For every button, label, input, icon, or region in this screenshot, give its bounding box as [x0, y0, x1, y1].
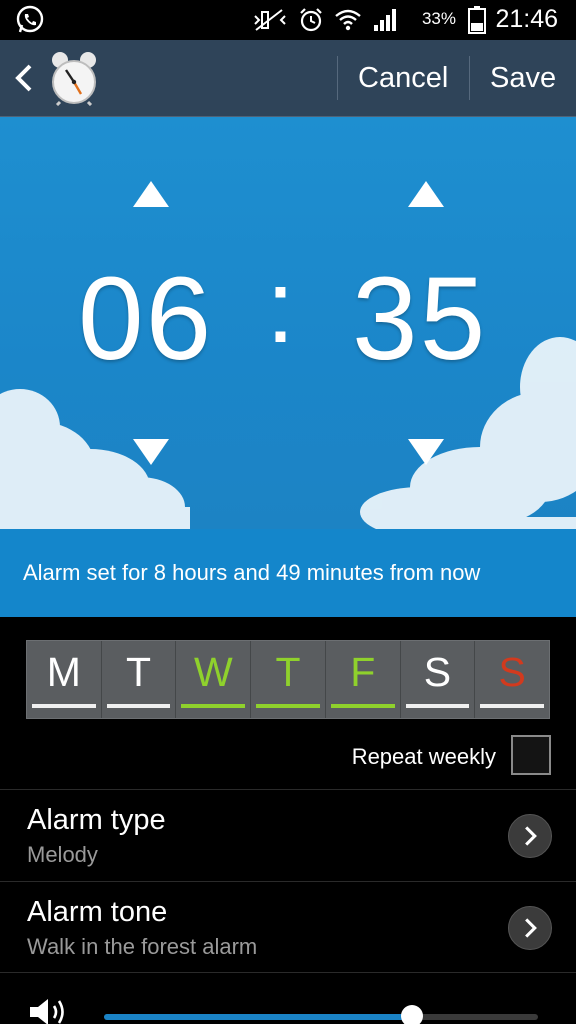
day-indicator — [256, 704, 320, 708]
speaker-icon — [30, 999, 64, 1024]
day-letter: S — [498, 649, 526, 695]
day-toggle-saturday[interactable]: S — [401, 641, 476, 718]
repeat-weekly-label: Repeat weekly — [351, 744, 496, 769]
cancel-button[interactable]: Cancel — [358, 62, 448, 95]
status-time: 21:46 — [495, 5, 558, 33]
time-separator: : — [266, 249, 295, 365]
day-toggle-sunday[interactable]: S — [475, 641, 549, 718]
wifi-icon — [335, 9, 361, 31]
day-toggle-wednesday[interactable]: W — [176, 641, 252, 718]
signal-icon — [374, 9, 396, 31]
battery-icon — [468, 6, 486, 34]
day-indicator — [181, 704, 246, 708]
hour-up-arrow-icon[interactable] — [133, 181, 169, 207]
day-letter: T — [126, 649, 152, 695]
day-letter: F — [350, 649, 376, 695]
alarm-icon — [300, 8, 322, 32]
action-bar: Cancel Save — [0, 40, 576, 117]
day-letter: S — [423, 649, 452, 695]
minute-up-arrow-icon[interactable] — [408, 181, 444, 207]
volume-slider[interactable] — [104, 1014, 538, 1020]
hour-down-arrow-icon[interactable] — [133, 439, 169, 465]
day-toggle-tuesday[interactable]: T — [102, 641, 177, 718]
day-toggle-thursday[interactable]: T — [251, 641, 326, 718]
chevron-right-icon[interactable] — [508, 814, 552, 858]
day-indicator — [106, 704, 171, 708]
minute-down-arrow-icon[interactable] — [408, 439, 444, 465]
day-letter: W — [193, 649, 233, 695]
alarm-tone-title: Alarm tone — [27, 896, 168, 928]
day-letter: T — [275, 649, 301, 695]
alarm-type-title: Alarm type — [27, 804, 166, 836]
day-indicator — [330, 704, 395, 708]
day-selector: M T W T F S S — [26, 640, 550, 719]
alarm-clock-icon — [52, 52, 96, 106]
alarm-tone-value: Walk in the forest alarm — [27, 934, 258, 959]
day-letter: M — [46, 649, 81, 695]
chevron-right-icon[interactable] — [508, 906, 552, 950]
volume-slider-fill — [104, 1014, 413, 1020]
day-indicator — [32, 704, 96, 708]
day-indicator — [480, 704, 545, 708]
mute-icon — [254, 9, 286, 31]
whatsapp-icon — [16, 5, 44, 33]
divider — [0, 972, 576, 973]
minute-value[interactable]: 35 — [352, 249, 487, 389]
alarm-tone-row[interactable]: Alarm tone Walk in the forest alarm — [0, 882, 576, 972]
volume-slider-thumb[interactable] — [401, 1005, 424, 1024]
alarm-type-value: Melody — [27, 842, 98, 867]
divider — [469, 56, 470, 100]
divider — [337, 56, 338, 100]
time-picker: 06 : 35 — [0, 117, 576, 529]
repeat-weekly-checkbox[interactable] — [511, 735, 551, 775]
hour-value[interactable]: 06 — [78, 249, 213, 389]
alarm-info-bar: Alarm set for 8 hours and 49 minutes fro… — [0, 529, 576, 617]
day-indicator — [405, 704, 470, 708]
battery-percent: 33% — [421, 9, 456, 28]
save-button[interactable]: Save — [490, 62, 556, 95]
alarm-type-row[interactable]: Alarm type Melody — [0, 790, 576, 880]
day-toggle-friday[interactable]: F — [326, 641, 401, 718]
alarm-info-text: Alarm set for 8 hours and 49 minutes fro… — [23, 560, 481, 585]
status-bar: 33% 21:46 — [0, 0, 576, 40]
chevron-left-icon[interactable] — [10, 58, 40, 98]
day-toggle-monday[interactable]: M — [27, 641, 102, 718]
volume-control — [0, 990, 576, 1024]
